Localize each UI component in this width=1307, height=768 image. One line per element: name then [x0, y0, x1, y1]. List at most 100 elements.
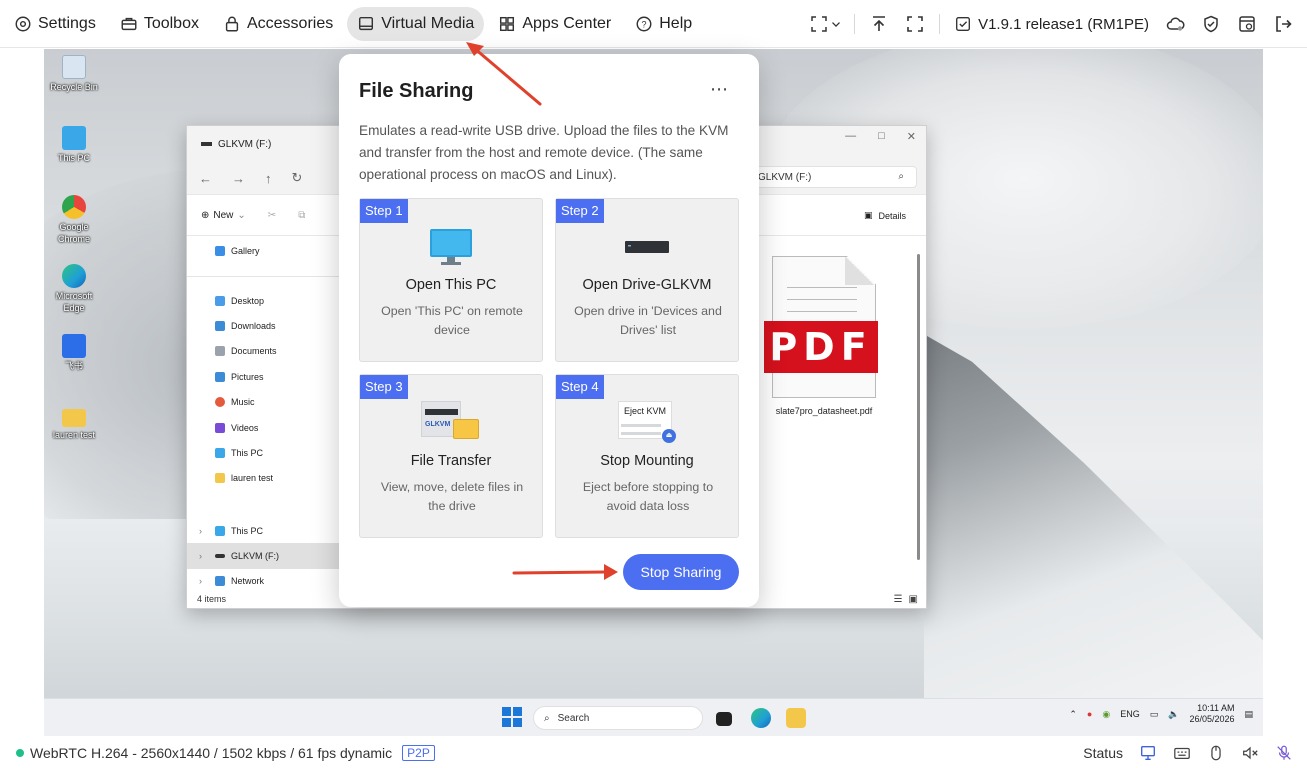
edge-icon	[62, 264, 86, 288]
desktop-icon-feishu[interactable]: 飞书	[44, 334, 104, 372]
plus-icon: ⊕	[201, 209, 210, 221]
chevron-up-icon[interactable]: ⌃	[1069, 709, 1077, 720]
up-button[interactable]: ↑	[265, 171, 272, 186]
speaker-icon[interactable]: 🔈	[1168, 709, 1179, 720]
start-button[interactable]	[502, 707, 522, 727]
folder-icon	[62, 409, 86, 427]
address-bar[interactable]: GLKVM (F:) ⌕	[747, 166, 917, 188]
fullscreen-button[interactable]	[897, 6, 933, 42]
forward-button[interactable]: →	[232, 171, 245, 186]
copy-icon[interactable]: ⧉	[298, 210, 305, 221]
tab-virtual-media[interactable]: Virtual Media	[347, 6, 485, 41]
drive-illustration	[625, 241, 669, 253]
sidebar-item-videos[interactable]: Videos	[187, 415, 339, 440]
file-explorer-icon[interactable]	[786, 708, 806, 728]
more-options-icon[interactable]: ⋯	[710, 79, 729, 100]
navigation-tree: › This PC › GLKVM (F:) › Network	[187, 518, 339, 594]
version-label: V1.9.1 release1 (RM1PE)	[978, 15, 1149, 33]
desktop-icon-chrome[interactable]: Google Chrome	[44, 195, 104, 245]
keyboard-icon[interactable]	[1173, 744, 1191, 762]
minimize-button[interactable]: —	[845, 130, 856, 143]
tab-settings[interactable]: Settings	[4, 7, 106, 41]
record-icon[interactable]: ●	[1087, 709, 1092, 719]
stop-sharing-button[interactable]: Stop Sharing	[623, 554, 739, 590]
edge-icon[interactable]	[751, 708, 771, 728]
sidebar-item-music[interactable]: Music	[187, 390, 339, 415]
list-view-icon[interactable]: ☰	[894, 594, 903, 605]
refresh-button[interactable]: ↻	[292, 170, 303, 186]
sidebar-item-this-pc[interactable]: This PC	[187, 440, 339, 465]
lock-icon	[225, 16, 239, 31]
drive-icon	[215, 554, 225, 559]
tile-view-icon[interactable]: ▣	[909, 594, 918, 605]
chevron-right-icon: ›	[199, 576, 202, 587]
tab-apps-center-label: Apps Center	[522, 14, 612, 32]
step-title: Open Drive-GLKVM	[582, 277, 712, 293]
sidebar-item-pictures[interactable]: Pictures	[187, 364, 339, 389]
mouse-icon[interactable]	[1207, 744, 1225, 762]
tree-item-glkvm[interactable]: › GLKVM (F:)	[187, 543, 339, 569]
gear-icon	[15, 16, 31, 31]
language-indicator[interactable]: ENG	[1120, 709, 1140, 719]
step-card-1: Step 1 Open This PC Open 'This PC' on re…	[359, 198, 543, 362]
view-toggle: ☰ ▣	[894, 594, 918, 605]
sidebar-item-label: Pictures	[231, 371, 264, 382]
sidebar-item-desktop[interactable]: Desktop	[187, 288, 339, 313]
tree-item-network[interactable]: › Network	[187, 569, 339, 594]
desktop-icon-lauren-test[interactable]: lauren test	[44, 405, 104, 441]
monitor-icon[interactable]: ▭	[1150, 709, 1159, 720]
tab-help[interactable]: ? Help	[625, 7, 702, 41]
upload-button[interactable]	[861, 6, 897, 42]
back-button[interactable]: ←	[199, 171, 212, 186]
cloud-button[interactable]	[1157, 6, 1193, 42]
desktop-icon-label: lauren test	[52, 430, 96, 440]
help-icon: ?	[636, 16, 652, 31]
sidebar-item-label: Videos	[231, 422, 259, 433]
tree-item-this-pc[interactable]: › This PC	[187, 518, 339, 543]
toolbar-right: V1.9.1 release1 (RM1PE)	[804, 0, 1307, 48]
step-card-4: Step 4 Eject KVM ⏏ Stop Mounting Eject b…	[555, 374, 739, 538]
pc-monitor-illustration	[430, 229, 472, 265]
tab-apps-center[interactable]: Apps Center	[488, 7, 621, 41]
display-icon[interactable]	[1139, 744, 1157, 762]
eject-art-label: Eject KVM	[624, 406, 667, 416]
page-fold	[845, 257, 875, 285]
scrollbar[interactable]	[917, 254, 920, 560]
sidebar-item-gallery[interactable]: Gallery	[187, 238, 339, 263]
taskbar-search[interactable]: ⌕ Search	[533, 706, 703, 730]
microphone-muted-icon[interactable]	[1275, 744, 1293, 762]
recycle-bin-icon	[62, 55, 86, 79]
details-button[interactable]: ▣ Details	[864, 210, 906, 221]
session-button[interactable]	[1229, 6, 1265, 42]
logout-button[interactable]	[1265, 6, 1301, 42]
new-button[interactable]: ⊕ New ⌄	[201, 210, 246, 221]
app-tray-icon[interactable]: ◉	[1102, 709, 1110, 720]
sidebar-item-label: Desktop	[231, 295, 265, 306]
security-button[interactable]	[1193, 6, 1229, 42]
close-button[interactable]: ✕	[907, 130, 916, 143]
svg-text:?: ?	[642, 19, 647, 29]
desktop-icon-edge[interactable]: Microsoft Edge	[44, 264, 104, 314]
taskbar-app-terminal[interactable]	[716, 712, 732, 726]
step-badge: Step 4	[556, 375, 604, 399]
maximize-button[interactable]: □	[878, 130, 885, 143]
sidebar-item-lauren-test[interactable]: lauren test	[187, 466, 339, 491]
sidebar-item-documents[interactable]: Documents	[187, 339, 339, 364]
grid-icon	[500, 16, 515, 31]
sidebar-item-downloads[interactable]: Downloads	[187, 313, 339, 338]
panel-title: File Sharing	[359, 80, 474, 102]
version-info[interactable]: V1.9.1 release1 (RM1PE)	[946, 15, 1157, 33]
desktop-icon-recycle-bin[interactable]: Recycle Bin	[44, 55, 104, 93]
speaker-muted-icon[interactable]	[1241, 744, 1259, 762]
tab-accessories[interactable]: Accessories	[213, 7, 343, 41]
notification-icon[interactable]: ▤	[1244, 709, 1253, 720]
status-label[interactable]: Status	[1083, 745, 1123, 761]
search-icon[interactable]: ⌕	[898, 171, 904, 182]
stream-info: WebRTC H.264 - 2560x1440 / 1502 kbps / 6…	[30, 744, 393, 761]
desktop-icon-this-pc[interactable]: This PC	[44, 126, 104, 164]
tab-toolbox[interactable]: Toolbox	[110, 7, 209, 41]
screenshot-mode-button[interactable]	[804, 6, 848, 42]
clock[interactable]: 10:11 AM 26/05/2026	[1189, 703, 1234, 725]
cut-icon[interactable]: ✂	[268, 210, 276, 221]
tab-virtual-media-label: Virtual Media	[381, 14, 475, 32]
